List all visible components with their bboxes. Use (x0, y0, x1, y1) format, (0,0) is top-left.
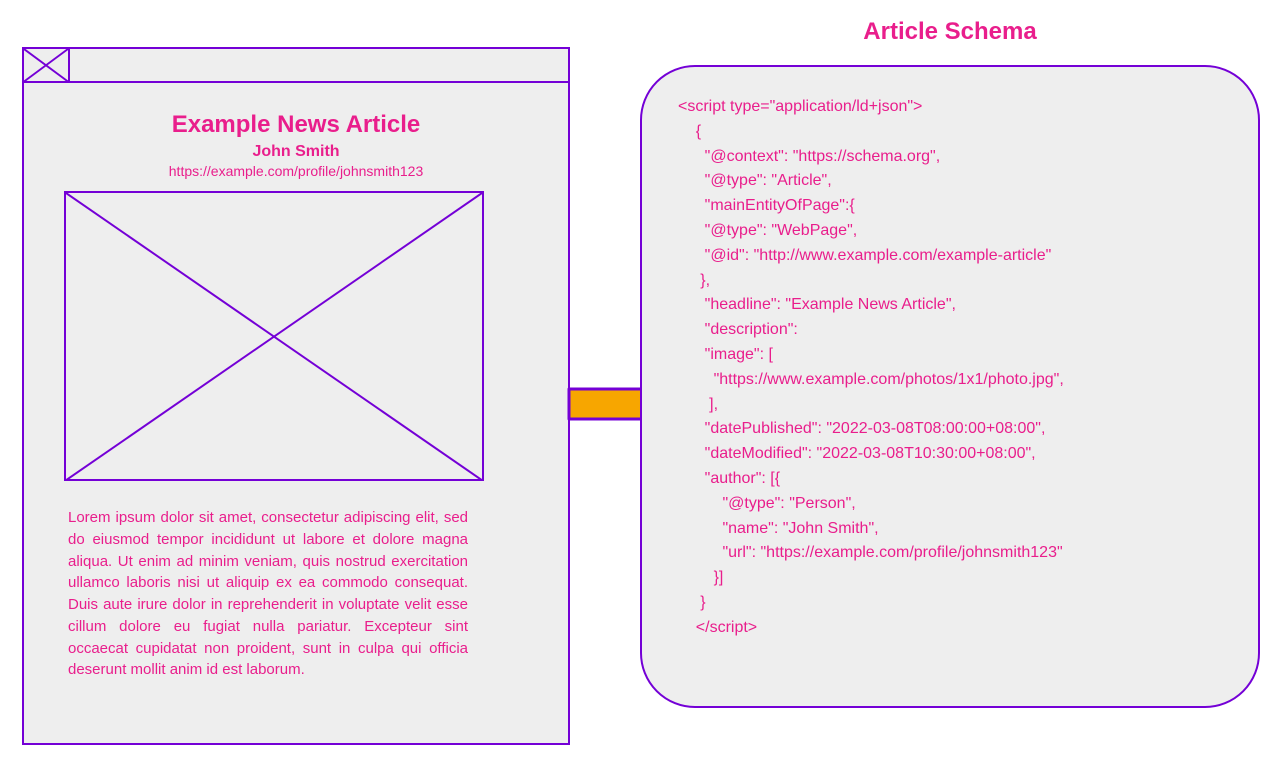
schema-line: "@type": "WebPage", (678, 219, 1222, 244)
schema-line: "name": "John Smith", (678, 517, 1222, 542)
schema-line: "@type": "Person", (678, 492, 1222, 517)
schema-line: "dateModified": "2022-03-08T10:30:00+08:… (678, 442, 1222, 467)
schema-line: "description": (678, 318, 1222, 343)
schema-line: ], (678, 393, 1222, 418)
schema-line: <script type="application/ld+json"> (678, 95, 1222, 120)
article-title: Example News Article (68, 111, 524, 139)
browser-mockup: Example News Article John Smith https://… (22, 47, 570, 745)
schema-line: "@type": "Article", (678, 169, 1222, 194)
schema-line: }] (678, 566, 1222, 591)
schema-line: "https://www.example.com/photos/1x1/phot… (678, 368, 1222, 393)
browser-titlebar (24, 49, 568, 83)
schema-line: "headline": "Example News Article", (678, 293, 1222, 318)
schema-code-box: <script type="application/ld+json"> { "@… (640, 65, 1260, 708)
schema-line: </script> (678, 616, 1222, 641)
article-body: Lorem ipsum dolor sit amet, consectetur … (68, 507, 468, 681)
diagram-canvas: Example News Article John Smith https://… (0, 0, 1281, 769)
schema-line: "datePublished": "2022-03-08T08:00:00+08… (678, 417, 1222, 442)
article-content: Example News Article John Smith https://… (24, 83, 568, 681)
close-icon (24, 49, 70, 81)
schema-line: "author": [{ (678, 467, 1222, 492)
schema-line: "mainEntityOfPage":{ (678, 194, 1222, 219)
schema-line: "image": [ (678, 343, 1222, 368)
article-author-url: https://example.com/profile/johnsmith123 (68, 163, 524, 179)
schema-line: "url": "https://example.com/profile/john… (678, 541, 1222, 566)
schema-line: { (678, 120, 1222, 145)
article-author: John Smith (68, 143, 524, 161)
schema-line: } (678, 591, 1222, 616)
schema-title: Article Schema (640, 18, 1260, 46)
schema-line: "@id": "http://www.example.com/example-a… (678, 244, 1222, 269)
image-placeholder (64, 191, 484, 481)
schema-line: "@context": "https://schema.org", (678, 145, 1222, 170)
schema-line: }, (678, 269, 1222, 294)
